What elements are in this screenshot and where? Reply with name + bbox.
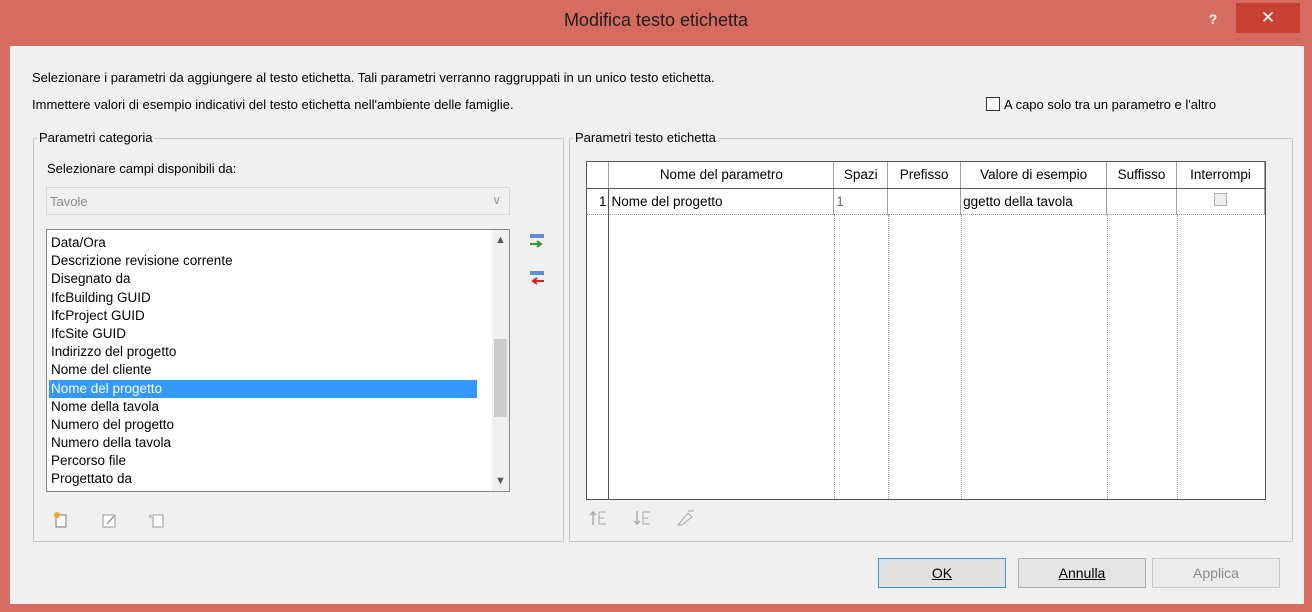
category-parameters-legend: Parametri categoria bbox=[37, 130, 155, 145]
scroll-up-icon[interactable]: ▲ bbox=[495, 234, 506, 246]
cancel-button[interactable]: Annulla bbox=[1018, 558, 1146, 588]
list-item[interactable]: Disegnato da bbox=[49, 270, 477, 288]
column-header[interactable]: Prefisso bbox=[887, 162, 962, 189]
column-divider bbox=[961, 215, 962, 499]
list-scrollbar[interactable]: ▲ ▼ bbox=[492, 230, 509, 491]
scroll-thumb[interactable] bbox=[494, 339, 507, 417]
row-header-divider bbox=[608, 215, 609, 499]
list-item[interactable]: IfcSite GUID bbox=[49, 325, 477, 343]
new-parameter-icon[interactable] bbox=[52, 511, 70, 529]
label-parameters-group: Parametri testo etichetta Nome del param… bbox=[569, 130, 1293, 542]
spaces-cell[interactable]: 1 bbox=[833, 188, 889, 215]
remove-parameter-icon[interactable] bbox=[528, 270, 546, 288]
list-item[interactable]: Numero della tavola bbox=[49, 434, 477, 452]
scroll-down-icon[interactable]: ▼ bbox=[495, 475, 506, 487]
category-combo-value: Tavole bbox=[50, 194, 88, 209]
parameter-name-cell[interactable]: Nome del progetto bbox=[608, 188, 835, 215]
instruction-text: Selezionare i parametri da aggiungere al… bbox=[32, 70, 715, 85]
wrap-checkbox-box[interactable] bbox=[986, 97, 1000, 111]
suffix-cell[interactable] bbox=[1106, 188, 1178, 215]
ok-button-label: OK bbox=[931, 565, 953, 581]
edit-parameter-icon[interactable] bbox=[100, 511, 118, 529]
list-item[interactable]: Nome del progetto bbox=[49, 379, 477, 398]
available-fields-list[interactable]: Data/Ora Descrizione revisione corrente Di… bbox=[46, 229, 510, 492]
list-item[interactable]: Progettato da bbox=[49, 470, 477, 488]
list-item[interactable]: Descrizione revisione corrente bbox=[49, 252, 477, 270]
dialog-body: Selezionare i parametri da aggiungere al… bbox=[10, 46, 1304, 604]
instruction-text-2: Immettere valori di esempio indicativi d… bbox=[32, 97, 514, 112]
move-up-icon[interactable] bbox=[588, 509, 608, 530]
ok-button[interactable]: OK bbox=[878, 558, 1006, 588]
column-header[interactable]: Valore di esempio bbox=[960, 162, 1108, 189]
label-parameters-legend: Parametri testo etichetta bbox=[573, 130, 718, 145]
apply-button-label: Applica bbox=[1193, 565, 1239, 581]
column-divider bbox=[888, 215, 889, 499]
window-title: Modifica testo etichetta bbox=[563, 10, 749, 30]
select-fields-label: Selezionare campi disponibili da: bbox=[47, 161, 237, 176]
available-fields-items: Data/Ora Descrizione revisione corrente Di… bbox=[49, 234, 477, 489]
delete-parameter-icon[interactable]: × bbox=[148, 511, 166, 529]
chevron-down-icon[interactable]: ∨ bbox=[492, 193, 501, 207]
list-item[interactable]: Percorso file bbox=[49, 452, 477, 470]
wrap-between-params-checkbox[interactable]: A capo solo tra un parametro e l'altro bbox=[986, 97, 1216, 112]
column-header[interactable]: Nome del parametro bbox=[608, 162, 835, 189]
help-button[interactable]: ? bbox=[1202, 8, 1224, 30]
title-bar: Modifica testo etichetta ? ✕ bbox=[0, 0, 1312, 46]
parameters-table: Nome del parametro Spazi Prefisso Valore… bbox=[587, 162, 1265, 215]
column-divider bbox=[834, 215, 835, 499]
move-down-icon[interactable] bbox=[632, 509, 652, 530]
format-icon[interactable] bbox=[676, 509, 696, 530]
list-item[interactable]: Nome del cliente bbox=[49, 361, 477, 379]
table-row[interactable]: 1 Nome del progetto 1 ggetto della tavol… bbox=[587, 188, 1265, 215]
column-divider bbox=[1177, 215, 1178, 499]
sample-value-cell[interactable]: ggetto della tavola bbox=[960, 188, 1108, 215]
list-item[interactable]: Numero del progetto bbox=[49, 416, 477, 434]
svg-text:×: × bbox=[148, 512, 153, 521]
column-header[interactable]: Spazi bbox=[833, 162, 889, 189]
list-item[interactable]: Data/Ora bbox=[49, 234, 477, 252]
prefix-cell[interactable] bbox=[887, 188, 962, 215]
column-header[interactable]: Interrompi bbox=[1176, 162, 1265, 189]
break-cell[interactable] bbox=[1176, 188, 1265, 215]
break-checkbox[interactable] bbox=[1214, 193, 1227, 206]
row-number-header bbox=[587, 162, 610, 189]
list-item[interactable]: IfcBuilding GUID bbox=[49, 289, 477, 307]
apply-button[interactable]: Applica bbox=[1152, 558, 1280, 588]
category-combo[interactable]: Tavole ∨ bbox=[46, 187, 510, 215]
close-button[interactable]: ✕ bbox=[1236, 3, 1300, 33]
row-number: 1 bbox=[587, 188, 610, 215]
list-item[interactable]: Indirizzo del progetto bbox=[49, 343, 477, 361]
category-parameters-group: Parametri categoria Selezionare campi di… bbox=[33, 130, 564, 542]
table-header-row: Nome del parametro Spazi Prefisso Valore… bbox=[587, 162, 1265, 189]
column-divider bbox=[1107, 215, 1108, 499]
wrap-checkbox-label: A capo solo tra un parametro e l'altro bbox=[1004, 97, 1217, 112]
column-header[interactable]: Suffisso bbox=[1106, 162, 1178, 189]
add-parameter-icon[interactable] bbox=[528, 233, 546, 251]
cancel-button-label: Annulla bbox=[1058, 565, 1106, 581]
label-parameters-grid[interactable]: Nome del parametro Spazi Prefisso Valore… bbox=[586, 161, 1266, 500]
list-item[interactable]: Nome della tavola bbox=[49, 398, 477, 416]
list-item[interactable]: IfcProject GUID bbox=[49, 307, 477, 325]
